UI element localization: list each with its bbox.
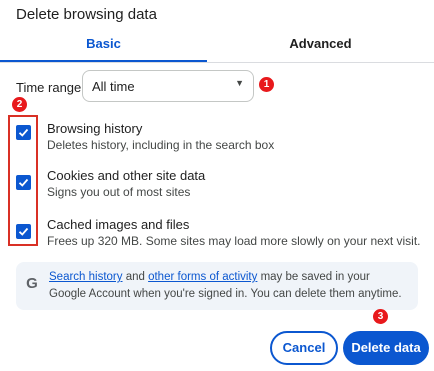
time-range-select[interactable]: All time ▼	[82, 70, 254, 102]
browsing-history-desc: Deletes history, including in the search…	[47, 138, 275, 152]
browsing-history-checkbox[interactable]	[16, 125, 31, 140]
tab-bar: Basic Advanced	[0, 36, 434, 62]
delete-data-button[interactable]: Delete data	[343, 331, 429, 365]
cancel-button[interactable]: Cancel	[270, 331, 338, 365]
google-g-icon: G	[26, 275, 38, 292]
callout-badge-3: 3	[373, 309, 388, 324]
dropdown-caret-icon: ▼	[235, 78, 244, 88]
browsing-history-title: Browsing history	[47, 121, 143, 136]
dialog-title: Delete browsing data	[16, 6, 157, 23]
checkmark-icon	[18, 227, 29, 236]
cookies-title: Cookies and other site data	[47, 168, 206, 183]
cached-images-checkbox[interactable]	[16, 224, 31, 239]
tab-divider	[0, 62, 434, 63]
google-activity-info-box: G Search history and other forms of acti…	[16, 262, 418, 310]
checkmark-icon	[18, 128, 29, 137]
cookies-desc: Signs you out of most sites	[47, 185, 191, 199]
tab-basic[interactable]: Basic	[0, 36, 207, 62]
callout-badge-2: 2	[12, 97, 27, 112]
checkmark-icon	[18, 178, 29, 187]
info-text-part-1: and	[122, 271, 149, 283]
cached-images-title: Cached images and files	[47, 217, 190, 232]
cached-images-desc: Frees up 320 MB. Some sites may load mor…	[47, 234, 421, 248]
info-text: Search history and other forms of activi…	[49, 269, 409, 303]
search-history-link[interactable]: Search history	[49, 271, 123, 283]
time-range-label: Time range	[16, 80, 82, 95]
callout-badge-1: 1	[259, 77, 274, 92]
cookies-checkbox[interactable]	[16, 175, 31, 190]
time-range-value: All time	[92, 79, 135, 94]
other-activity-link[interactable]: other forms of activity	[148, 271, 257, 283]
tab-advanced[interactable]: Advanced	[207, 36, 434, 62]
